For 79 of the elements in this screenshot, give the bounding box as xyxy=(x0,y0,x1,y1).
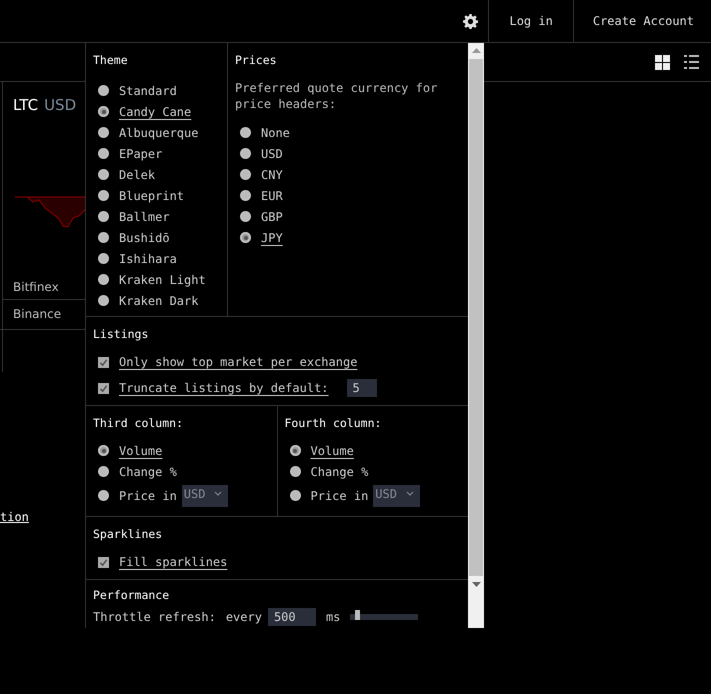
chevron-down-icon xyxy=(214,491,222,496)
radio-button[interactable] xyxy=(98,190,109,201)
option-label[interactable]: Volume xyxy=(119,444,162,458)
option-label[interactable]: Price in xyxy=(310,488,368,502)
option-label[interactable]: Ishihara xyxy=(119,252,177,266)
option-label[interactable]: Change % xyxy=(310,464,368,478)
option-label[interactable]: JPY xyxy=(261,230,283,244)
throttle-label: Throttle refresh: xyxy=(93,610,216,624)
radio-button[interactable] xyxy=(240,148,251,159)
radio-button[interactable] xyxy=(290,445,300,456)
grid-view-icon[interactable] xyxy=(655,54,670,70)
option-label[interactable]: Candy Cane xyxy=(119,104,192,118)
create-account-link[interactable]: Create Account xyxy=(572,0,711,42)
option-label[interactable]: USD xyxy=(261,146,283,160)
option-label[interactable]: Fill sparklines xyxy=(119,555,228,569)
radio-button[interactable] xyxy=(240,211,251,222)
radio-button[interactable] xyxy=(240,169,251,180)
option-label[interactable]: None xyxy=(261,126,290,140)
scrollbar[interactable] xyxy=(468,43,484,628)
option-label[interactable]: CNY xyxy=(261,168,283,182)
section-heading: Theme xyxy=(93,53,129,67)
section-heading: Third column: xyxy=(93,416,184,430)
option-label[interactable]: Delek xyxy=(119,168,156,182)
radio-button[interactable] xyxy=(98,253,109,264)
radio-button[interactable] xyxy=(240,190,251,201)
list-view-icon[interactable] xyxy=(684,55,699,69)
radio-button[interactable] xyxy=(98,148,109,159)
radio-button[interactable] xyxy=(98,169,109,180)
option-label[interactable]: Albuquerque xyxy=(119,126,198,140)
number-input[interactable]: 5 xyxy=(346,379,377,397)
radio-button[interactable] xyxy=(98,211,109,222)
section-heading: Performance xyxy=(93,588,170,602)
radio-button[interactable] xyxy=(290,466,300,477)
checkbox[interactable] xyxy=(98,382,109,394)
radio-button[interactable] xyxy=(98,466,109,477)
radio-button[interactable] xyxy=(98,274,109,285)
section-heading: Listings xyxy=(93,327,150,341)
description-text: Preferred quote currency for price headers: xyxy=(235,80,438,112)
checkbox[interactable] xyxy=(98,356,109,368)
radio-button[interactable] xyxy=(98,127,109,138)
option-label[interactable]: GBP xyxy=(261,210,283,224)
option-label[interactable]: Price in xyxy=(119,488,177,502)
radio-button[interactable] xyxy=(98,85,109,96)
coin-symbol: LTC xyxy=(13,96,38,114)
radio-button[interactable] xyxy=(98,490,109,501)
option-label[interactable]: Bushidō xyxy=(119,230,170,244)
chevron-down-icon xyxy=(406,491,414,496)
radio-button[interactable] xyxy=(240,127,251,138)
settings-icon[interactable] xyxy=(463,14,478,28)
quote-currency: USD xyxy=(44,96,76,114)
option-label[interactable]: Only show top market per exchange xyxy=(119,355,358,369)
radio-button[interactable] xyxy=(98,232,109,243)
checkbox[interactable] xyxy=(98,556,109,568)
login-link[interactable]: Log in xyxy=(488,0,573,42)
every-label: every xyxy=(226,610,262,624)
section-heading: Prices xyxy=(235,53,278,67)
number-input[interactable]: 500 xyxy=(268,608,316,626)
scroll-down-icon[interactable] xyxy=(472,582,480,587)
slider-thumb[interactable] xyxy=(354,610,360,620)
scrollbar-thumb[interactable] xyxy=(469,59,483,576)
option-label[interactable]: Ballmer xyxy=(119,210,170,224)
radio-button[interactable] xyxy=(290,490,300,501)
option-label[interactable]: Blueprint xyxy=(119,188,184,202)
section-heading: Sparklines xyxy=(93,527,164,541)
option-label[interactable]: EUR xyxy=(261,188,283,202)
unit-label: ms xyxy=(326,610,340,624)
currency-dropdown[interactable]: USD xyxy=(182,484,228,506)
option-label[interactable]: Change % xyxy=(119,464,177,478)
radio-button[interactable] xyxy=(240,232,251,243)
option-label[interactable]: Volume xyxy=(310,444,354,458)
section-heading: Fourth column: xyxy=(284,416,382,430)
currency-dropdown[interactable]: USD xyxy=(373,484,420,506)
radio-button[interactable] xyxy=(98,106,109,117)
option-label[interactable]: EPaper xyxy=(119,146,162,160)
option-label[interactable]: Truncate listings by default: xyxy=(119,381,329,395)
radio-button[interactable] xyxy=(98,445,109,456)
radio-button[interactable] xyxy=(98,295,109,306)
option-label[interactable]: Standard xyxy=(119,84,177,98)
link[interactable]: tion xyxy=(0,510,29,524)
